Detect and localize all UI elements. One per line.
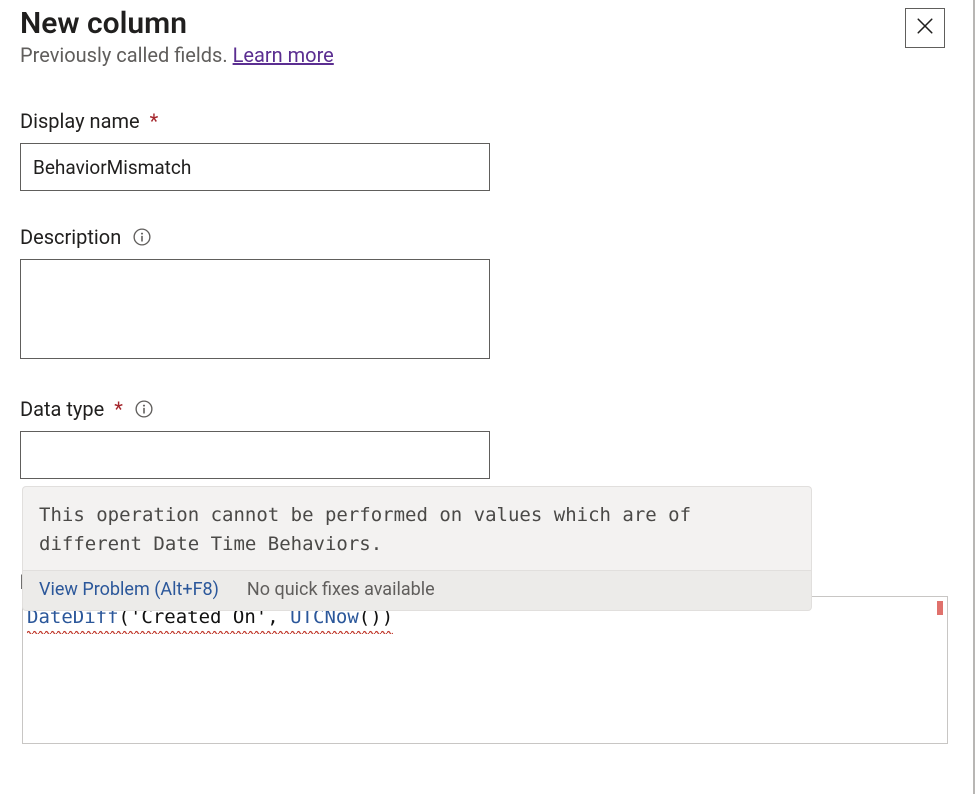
description-label-text: Description	[20, 225, 121, 249]
data-type-select[interactable]	[20, 431, 490, 479]
field-description: Description	[20, 225, 953, 363]
no-quick-fixes-text: No quick fixes available	[247, 579, 435, 600]
close-button[interactable]	[905, 8, 945, 48]
new-column-panel: New column Previously called fields. Lea…	[0, 0, 975, 794]
tooltip-message: This operation cannot be performed on va…	[22, 486, 812, 570]
learn-more-link[interactable]: Learn more	[233, 43, 334, 67]
error-tooltip: This operation cannot be performed on va…	[22, 486, 812, 611]
formula-editor[interactable]: DateDiff('Created On', UTCNow())	[22, 596, 948, 744]
info-icon[interactable]	[135, 400, 153, 418]
minimap-error-marker[interactable]	[937, 601, 943, 615]
data-type-label-text: Data type	[20, 397, 104, 421]
tooltip-footer: View Problem (Alt+F8) No quick fixes ava…	[22, 570, 812, 611]
display-name-label-text: Display name	[20, 109, 140, 133]
required-marker: *	[114, 397, 123, 421]
required-marker: *	[150, 109, 159, 133]
display-name-input[interactable]	[20, 143, 490, 191]
data-type-label: Data type *	[20, 397, 953, 421]
description-label: Description	[20, 225, 953, 249]
error-underline-icon	[27, 630, 393, 634]
subtitle-text: Previously called fields.	[20, 43, 233, 67]
page-title: New column	[20, 6, 953, 41]
description-textarea[interactable]	[20, 259, 490, 359]
field-display-name: Display name *	[20, 109, 953, 191]
display-name-label: Display name *	[20, 109, 953, 133]
page-subtitle: Previously called fields. Learn more	[20, 43, 953, 67]
view-problem-link[interactable]: View Problem (Alt+F8)	[39, 579, 219, 600]
close-icon	[916, 17, 934, 39]
info-icon[interactable]	[133, 228, 151, 246]
field-data-type: Data type *	[20, 397, 953, 479]
